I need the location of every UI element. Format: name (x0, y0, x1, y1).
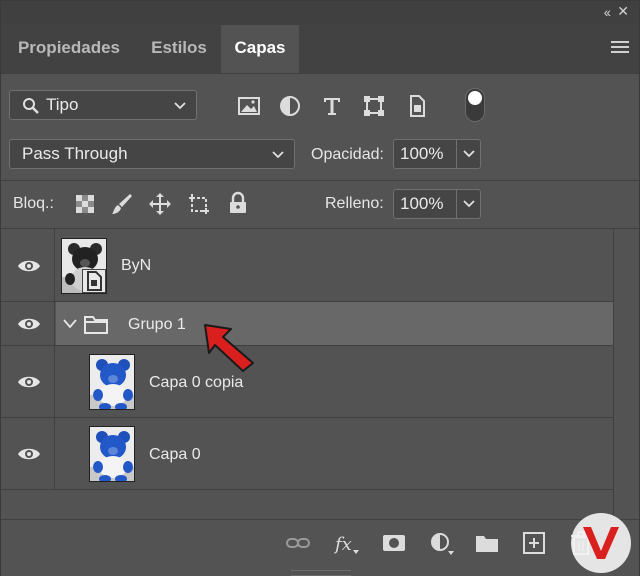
lock-position-move-icon[interactable] (148, 192, 172, 216)
layer-name: Capa 0 copia (149, 374, 244, 391)
new-adjustment-layer-icon[interactable] (429, 530, 455, 556)
layers-scrollbar[interactable] (613, 229, 639, 519)
image-filter-icon[interactable] (237, 94, 261, 118)
tab-estilos[interactable]: Estilos (137, 25, 221, 73)
tab-capas[interactable]: Capas (221, 25, 299, 73)
panel-tab-bar: Propiedades Estilos Capas (1, 25, 639, 73)
filter-toggle-switch[interactable] (465, 88, 485, 122)
visibility-cell[interactable] (1, 302, 55, 345)
fill-value: 100% (400, 194, 444, 213)
layers-list: ByN Grupo 1 Capa 0 copia Capa 0 (1, 229, 613, 519)
chevron-down-icon (174, 91, 186, 119)
eye-icon[interactable] (17, 374, 41, 390)
opacity-label: Opacidad: (311, 146, 384, 163)
shape-filter-icon[interactable] (362, 94, 386, 118)
smart-object-badge-icon (82, 269, 106, 293)
new-layer-icon[interactable] (521, 530, 547, 556)
panel-menu-icon[interactable] (611, 41, 629, 55)
layer-name: ByN (121, 257, 152, 274)
lock-image-pixels-brush-icon[interactable] (110, 192, 134, 216)
chevron-down-icon[interactable] (63, 319, 77, 329)
toggle-knob (468, 91, 482, 105)
chevron-down-icon (463, 150, 475, 158)
fill-field[interactable]: 100% (393, 189, 481, 219)
blend-mode-select[interactable]: Pass Through (9, 139, 295, 169)
lock-transparent-pixels-icon[interactable] (73, 192, 97, 216)
layer-thumbnail-color (89, 354, 135, 410)
visibility-cell[interactable] (1, 229, 55, 301)
type-filter-icon[interactable] (320, 94, 344, 118)
visibility-cell[interactable] (1, 346, 55, 417)
lock-row: Bloq.: Relleno: 100% (1, 181, 639, 229)
adjustment-filter-icon[interactable] (278, 94, 302, 118)
layers-footer-toolbar: fx (1, 519, 639, 576)
blend-row: Pass Through Opacidad: 100% (1, 131, 639, 181)
layer-thumbnail-bw (61, 238, 107, 294)
collapse-panel-icon[interactable]: ‹‹ (604, 4, 611, 20)
lock-artboard-icon[interactable] (187, 192, 211, 216)
filter-row: Tipo (1, 73, 639, 139)
layers-panel: ‹‹ ✕ Propiedades Estilos Capas Tipo Pass… (0, 0, 640, 576)
close-panel-icon[interactable]: ✕ (617, 3, 629, 20)
filter-kind-value: Tipo (46, 95, 79, 114)
layer-row-grupo-1[interactable]: Grupo 1 (1, 302, 613, 346)
layer-row-capa-0-copia[interactable]: Capa 0 copia (1, 346, 613, 418)
watermark-logo-icon (571, 513, 631, 573)
blend-mode-value: Pass Through (22, 144, 128, 163)
link-layers-icon[interactable] (285, 530, 311, 556)
smart-object-filter-icon[interactable] (405, 94, 429, 118)
eye-icon[interactable] (17, 316, 41, 332)
lock-label: Bloq.: (13, 195, 54, 212)
fill-dropdown-button[interactable] (456, 190, 480, 218)
visibility-cell[interactable] (1, 418, 55, 489)
eye-icon[interactable] (17, 258, 41, 274)
chevron-down-icon (463, 200, 475, 208)
annotation-arrow-icon (204, 324, 254, 372)
svg-text:fx: fx (333, 534, 352, 555)
chevron-down-icon (272, 140, 284, 168)
add-mask-icon[interactable] (381, 530, 407, 556)
opacity-dropdown-button[interactable] (456, 140, 480, 168)
search-icon (23, 98, 39, 114)
layer-thumbnail-color (89, 426, 135, 482)
new-group-folder-icon[interactable] (474, 530, 500, 556)
eye-icon[interactable] (17, 446, 41, 462)
layer-style-fx-icon[interactable]: fx (333, 530, 359, 556)
lock-all-icon[interactable] (226, 191, 250, 215)
opacity-value: 100% (400, 144, 444, 163)
fill-label: Relleno: (325, 195, 384, 212)
panel-title-bar: ‹‹ ✕ (1, 1, 639, 25)
layer-row-byn[interactable]: ByN (1, 229, 613, 302)
tab-propiedades[interactable]: Propiedades (1, 25, 137, 73)
layer-name: Capa 0 (149, 446, 201, 463)
folder-icon (84, 316, 108, 334)
layer-row-capa-0[interactable]: Capa 0 (1, 418, 613, 490)
layer-name: Grupo 1 (128, 316, 186, 333)
filter-kind-select[interactable]: Tipo (9, 90, 197, 120)
opacity-field[interactable]: 100% (393, 139, 481, 169)
resize-grip[interactable] (291, 570, 351, 576)
